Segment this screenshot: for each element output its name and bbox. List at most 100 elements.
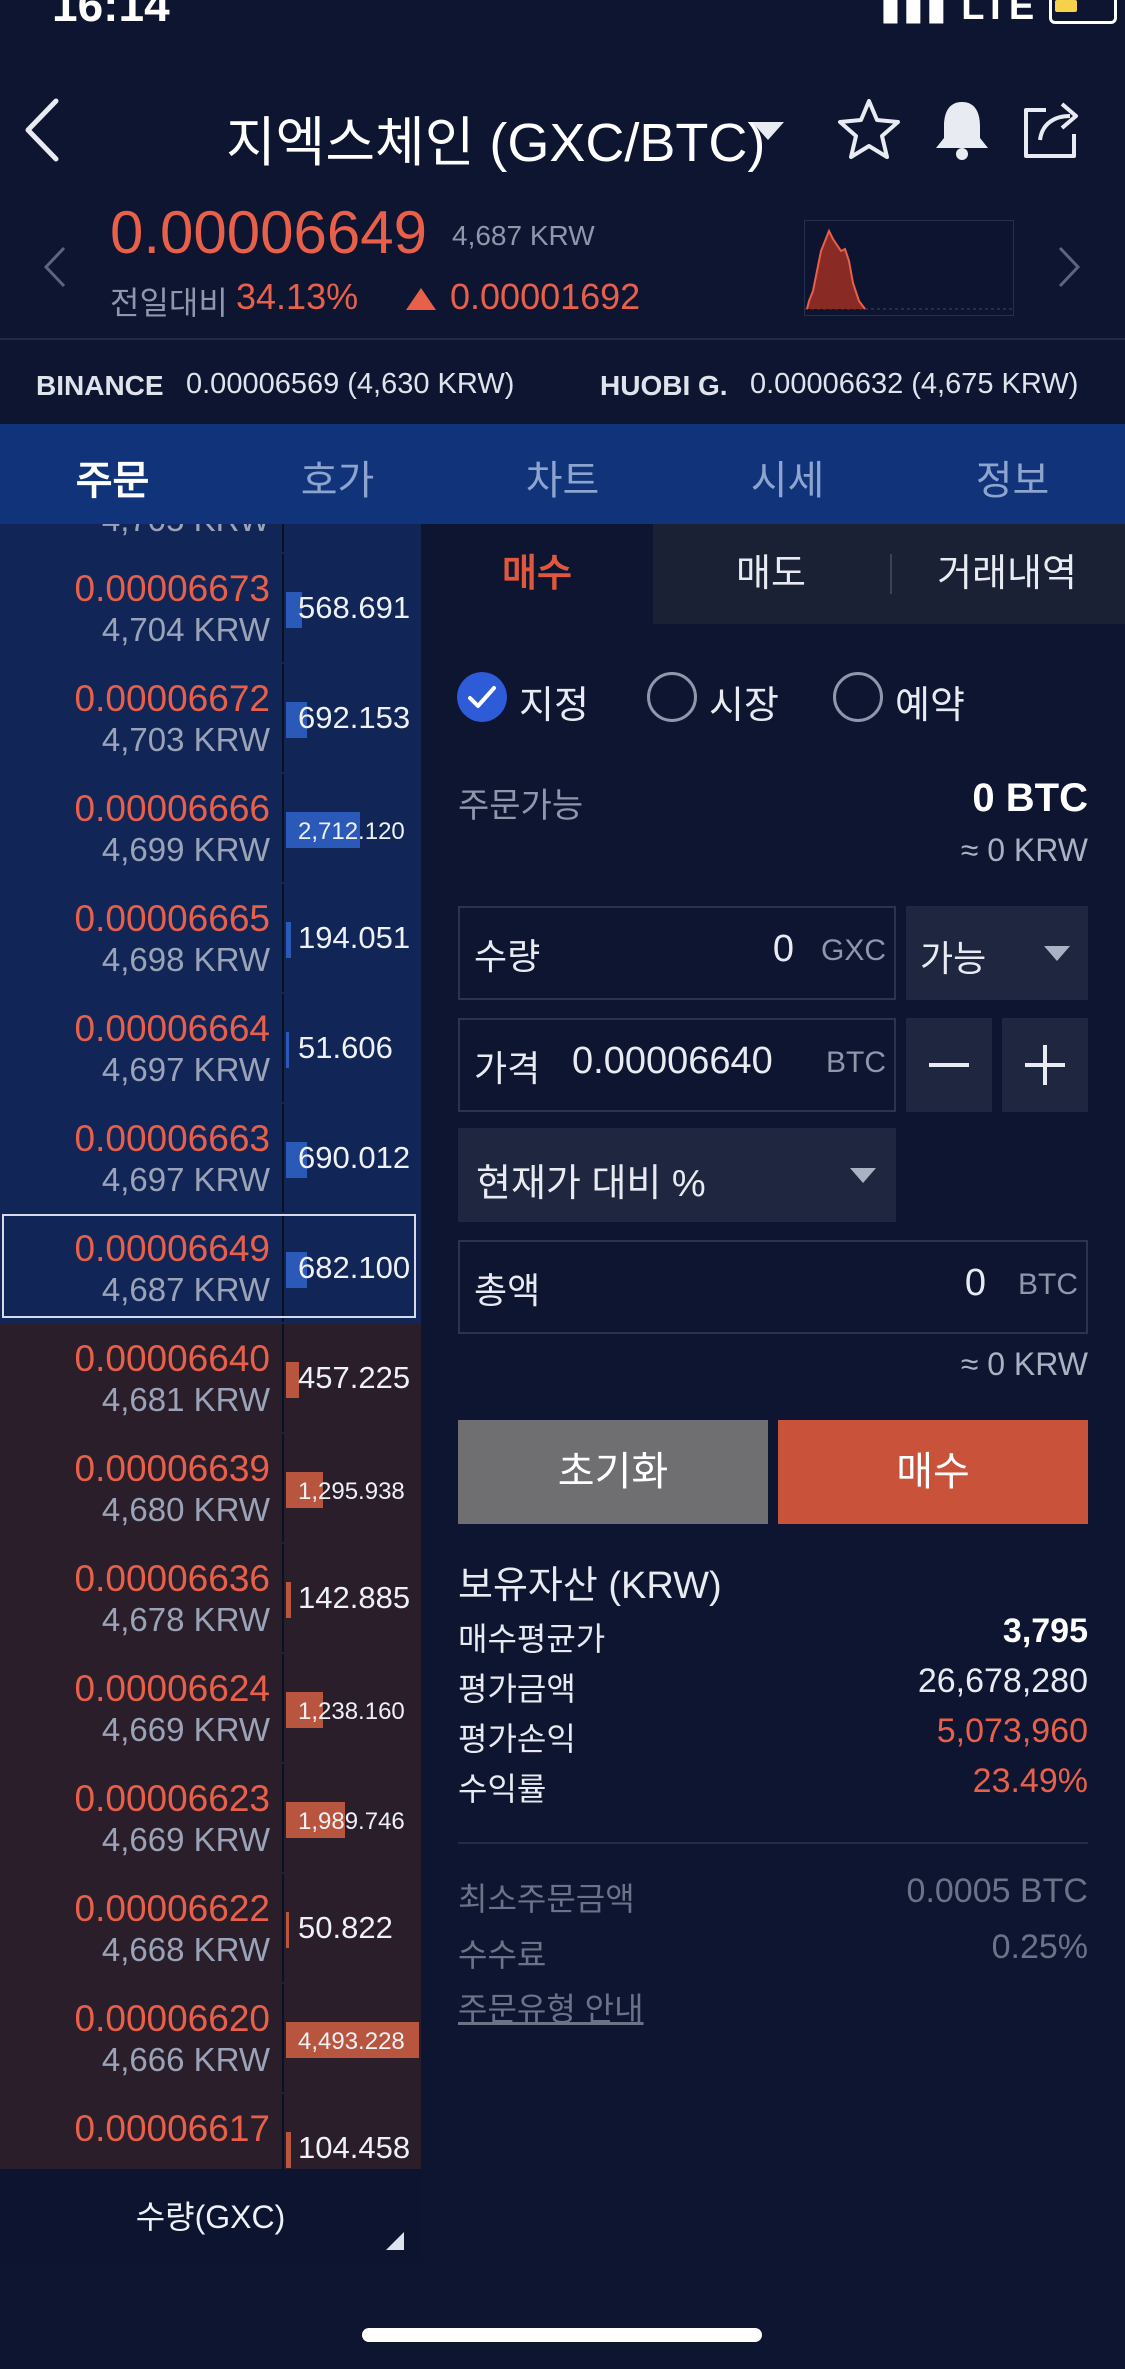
plus-icon: [1025, 1045, 1065, 1085]
order-type-market[interactable]: 시장: [709, 674, 779, 729]
fee-value: 0.25%: [991, 1928, 1088, 1966]
orderbook-krw: 4,668 KRW: [101, 1931, 270, 1968]
percent-select[interactable]: 현재가 대비 %: [458, 1128, 896, 1222]
price-increase-button[interactable]: [1002, 1018, 1088, 1112]
orderbook-unit-label: 수량(GXC): [135, 2199, 286, 2235]
tab-buy[interactable]: 매수: [421, 524, 653, 624]
tab-orderbook[interactable]: 호가: [225, 448, 450, 506]
orderbook-price-cell[interactable]: 0.00006663 4,697 KRW: [0, 1104, 284, 1212]
total-unit: BTC: [1018, 1268, 1078, 1301]
buy-button[interactable]: 매수: [778, 1420, 1088, 1524]
radio-market[interactable]: [647, 672, 697, 722]
chevron-left-icon[interactable]: [42, 244, 68, 290]
orderbook-price: 0.00006639: [74, 1448, 270, 1489]
orderbook-krw: 4,678 KRW: [101, 1601, 270, 1638]
orderbook-krw: 4,699 KRW: [101, 831, 270, 868]
reset-button[interactable]: 초기화: [458, 1420, 768, 1524]
status-time: 16:14: [52, 0, 170, 31]
orderbook[interactable]: 4,705 KRW 0.000066734,704 KRW568.6910.00…: [0, 524, 421, 2169]
orderbook-price-cell[interactable]: 0.00006617: [0, 2094, 284, 2169]
orderbook-row-partial[interactable]: 4,705 KRW: [0, 524, 421, 556]
order-type-reserve[interactable]: 예약: [895, 674, 965, 729]
orderbook-row[interactable]: 0.00006624 4,669 KRW 1,238.160: [0, 1654, 421, 1766]
status-bar: 16:14 ▮▮▮ LTE: [0, 0, 1125, 31]
orderbook-quantity: 1,295.938: [298, 1478, 405, 1505]
minus-icon: [929, 1063, 969, 1067]
orderbook-price-cell[interactable]: 0.00006620 4,666 KRW: [0, 1984, 284, 2092]
orderbook-row[interactable]: 0.00006636 4,678 KRW 142.885: [0, 1544, 421, 1656]
orderbook-row[interactable]: 0.00006617 104.458: [0, 2094, 421, 2169]
tab-chart[interactable]: 차트: [450, 448, 675, 506]
mini-chart[interactable]: [804, 220, 1014, 316]
quantity-field[interactable]: 수량 0 GXC: [458, 906, 896, 1000]
orderbook-quantity: 1,989.746: [298, 1808, 405, 1835]
current-price: 0.00006649: [110, 199, 427, 266]
orderbook-row[interactable]: 0.00006666 4,699 KRW 2,712.120: [0, 774, 421, 886]
orderbook-volume-bar: [286, 922, 291, 958]
home-indicator[interactable]: [362, 2328, 762, 2342]
orderbook-price-cell[interactable]: 0.00006622 4,668 KRW: [0, 1874, 284, 1982]
total-field[interactable]: 총액 0 BTC: [458, 1240, 1088, 1334]
orderbook-row[interactable]: 0.00006664 4,697 KRW 51.606: [0, 994, 421, 1106]
orderbook-price-cell[interactable]: 0.00006636 4,678 KRW: [0, 1544, 284, 1652]
radio-reserve[interactable]: [833, 672, 883, 722]
orderbook-price-cell[interactable]: 0.00006623 4,669 KRW: [0, 1764, 284, 1872]
change-percent: 34.13%: [236, 276, 359, 317]
orderbook-price: 0.00006665: [74, 898, 270, 939]
chevron-right-icon[interactable]: [1056, 244, 1082, 290]
market-title[interactable]: 지엑스체인 (GXC/BTC): [226, 98, 765, 177]
orderbook-price-cell[interactable]: 0.00006666 4,699 KRW: [0, 774, 284, 882]
quantity-select[interactable]: 가능: [906, 906, 1088, 1000]
orderbook-price-cell[interactable]: 0.00006665 4,698 KRW: [0, 884, 284, 992]
orderbook-row[interactable]: 0.00006622 4,668 KRW 50.822: [0, 1874, 421, 1986]
orderbook-price: 0.00006640: [74, 1338, 270, 1379]
holdings-value: 3,795: [1002, 1612, 1088, 1650]
orderbook-footer[interactable]: 수량(GXC): [0, 2170, 421, 2262]
back-icon[interactable]: [22, 95, 62, 165]
orderbook-row[interactable]: 0.00006673 4,704 KRW 568.691: [0, 554, 421, 666]
radio-limit-checked-icon[interactable]: [457, 672, 507, 722]
holdings-label: 평가손익: [458, 1721, 576, 1757]
orderbook-row[interactable]: 0.00006663 4,697 KRW 690.012: [0, 1104, 421, 1216]
holdings-label: 평가금액: [458, 1671, 576, 1707]
chevron-down-icon: [850, 1168, 876, 1183]
orderbook-row[interactable]: 0.00006623 4,669 KRW 1,989.746: [0, 1764, 421, 1876]
price-decrease-button[interactable]: [906, 1018, 992, 1112]
star-icon[interactable]: [836, 96, 902, 162]
price-field[interactable]: 가격 0.00006640 BTC: [458, 1018, 896, 1112]
order-panel: 매수 매도 거래내역 지정 시장 예약 주문가능 0 BTC ≈ 0 KRW 수…: [421, 524, 1125, 2169]
orderbook-price-cell[interactable]: 0.00006624 4,669 KRW: [0, 1654, 284, 1762]
tab-sell[interactable]: 매도: [653, 524, 889, 624]
tab-history[interactable]: 거래내역: [889, 524, 1125, 624]
orderbook-row[interactable]: 0.00006620 4,666 KRW 4,493.228: [0, 1984, 421, 2096]
order-type-guide-link[interactable]: 주문유형 안내: [458, 1984, 644, 2030]
share-icon[interactable]: [1018, 96, 1084, 162]
price-input[interactable]: 0.00006640: [572, 1040, 773, 1083]
orderbook-price-cell[interactable]: 0.00006639 4,680 KRW: [0, 1434, 284, 1542]
orderbook-krw: 4,698 KRW: [101, 941, 270, 978]
orderbook-row-current[interactable]: 0.00006649 4,687 KRW 682.100: [0, 1214, 421, 1326]
orderbook-price-cell[interactable]: 0.00006664 4,697 KRW: [0, 994, 284, 1102]
orderbook-row[interactable]: 0.00006640 4,681 KRW 457.225: [0, 1324, 421, 1436]
tab-quotes[interactable]: 시세: [675, 448, 900, 506]
chevron-down-icon[interactable]: [752, 122, 784, 142]
orderbook-price-cell[interactable]: 0.00006672 4,703 KRW: [0, 664, 284, 772]
min-order-value: 0.0005 BTC: [906, 1872, 1088, 1910]
tab-info[interactable]: 정보: [900, 448, 1125, 506]
orderbook-price-cell[interactable]: 0.00006640 4,681 KRW: [0, 1324, 284, 1432]
total-input[interactable]: 0: [965, 1262, 986, 1305]
available-label: 주문가능: [458, 787, 584, 825]
tab-order[interactable]: 주문: [0, 448, 225, 506]
orderbook-krw: 4,669 KRW: [101, 1711, 270, 1748]
orderbook-price-cell[interactable]: 0.00006673 4,704 KRW: [0, 554, 284, 662]
orderbook-row[interactable]: 0.00006672 4,703 KRW 692.153: [0, 664, 421, 776]
orderbook-krw: 4,703 KRW: [101, 721, 270, 758]
holdings-title: 보유자산 (KRW): [458, 1565, 722, 1607]
bell-icon[interactable]: [930, 96, 994, 162]
orderbook-row[interactable]: 0.00006639 4,680 KRW 1,295.938: [0, 1434, 421, 1546]
orderbook-volume-bar: [286, 1582, 291, 1618]
order-type-limit[interactable]: 지정: [519, 674, 589, 729]
orderbook-row[interactable]: 0.00006665 4,698 KRW 194.051: [0, 884, 421, 996]
orderbook-krw: 4,681 KRW: [101, 1381, 270, 1418]
quantity-input[interactable]: 0: [773, 928, 794, 971]
